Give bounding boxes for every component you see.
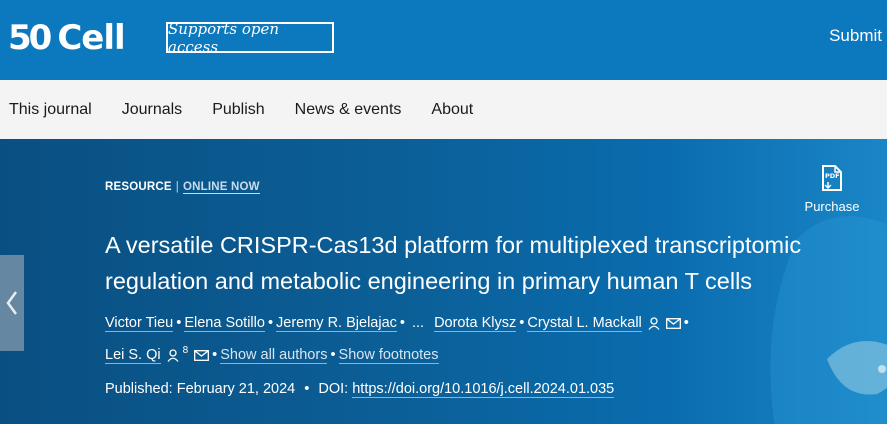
chevron-left-icon [6, 291, 18, 315]
nav-news-events[interactable]: News & events [295, 101, 402, 119]
open-access-badge[interactable]: Supports open access [166, 19, 334, 56]
author-separator: • [330, 346, 336, 363]
author-link[interactable]: Dorota Klysz [434, 315, 517, 332]
published-date: February 21, 2024 [176, 381, 296, 397]
nav-this-journal[interactable]: This journal [9, 101, 92, 119]
carousel-prev-button[interactable] [0, 255, 24, 351]
person-icon[interactable] [648, 317, 660, 330]
author-separator: • [267, 315, 274, 331]
publication-info: Published: February 21, 2024 • DOI: http… [105, 381, 615, 398]
article-title: A versatile CRISPR-Cas13d platform for m… [105, 232, 802, 294]
author-link[interactable]: Jeremy R. Bjelajac [276, 315, 397, 332]
cell-50-logo[interactable]: 50 Cell [8, 18, 126, 58]
author-separator: • [399, 315, 405, 331]
authors-ellipsis: ... [411, 315, 425, 331]
info-separator: • [304, 381, 310, 397]
nav-publish[interactable]: Publish [212, 101, 264, 119]
author-list: Victor Tieu • Elena Sotillo • Jeremy R. Bjel… [105, 310, 805, 369]
author-link[interactable]: Lei S. Qi [105, 346, 161, 364]
mail-icon[interactable] [665, 317, 681, 329]
cover-art-decoration [770, 216, 887, 424]
author-separator: • [683, 315, 689, 331]
site-header: 50 Cell Supports open access Submit [0, 0, 887, 80]
show-all-authors-link[interactable]: Show all authors [220, 346, 328, 364]
author-link[interactable]: Victor Tieu [105, 315, 174, 332]
purchase-pdf-button[interactable]: PDF Purchase [800, 165, 864, 214]
author-separator: • [519, 315, 525, 331]
nav-journals[interactable]: Journals [122, 101, 182, 119]
submit-link[interactable]: Submit [829, 26, 882, 46]
author-separator: • [212, 346, 218, 363]
mail-icon[interactable] [194, 349, 210, 361]
online-now-link[interactable]: ONLINE NOW [182, 181, 260, 194]
purchase-label: Purchase [804, 199, 860, 214]
kicker-separator: | [175, 181, 179, 193]
logo-number: 50 [8, 18, 52, 58]
pdf-icon: PDF [822, 165, 842, 191]
author-link[interactable]: Crystal L. Mackall [527, 315, 642, 332]
doi-link[interactable]: https://doi.org/10.1016/j.cell.2024.01.0… [352, 381, 615, 398]
article-type: RESOURCE [105, 181, 172, 193]
doi-label: DOI: [318, 381, 349, 397]
nav-about[interactable]: About [431, 101, 473, 119]
article-kicker: RESOURCE | ONLINE NOW [105, 181, 260, 194]
article-header: RESOURCE | ONLINE NOW PDF Purchase A versa… [0, 139, 887, 424]
main-nav: This journal Journals Publish News & eve… [0, 80, 887, 139]
open-access-label: Supports open access [168, 19, 280, 56]
author-link[interactable]: Elena Sotillo [184, 315, 265, 332]
svg-text:PDF: PDF [825, 172, 840, 180]
affiliation-superscript[interactable]: 8 [183, 345, 189, 356]
person-icon[interactable] [167, 348, 179, 362]
published-label: Published: [105, 381, 173, 397]
logo-name: Cell [57, 18, 125, 58]
show-footnotes-link[interactable]: Show footnotes [338, 346, 439, 364]
author-separator: • [176, 315, 182, 331]
